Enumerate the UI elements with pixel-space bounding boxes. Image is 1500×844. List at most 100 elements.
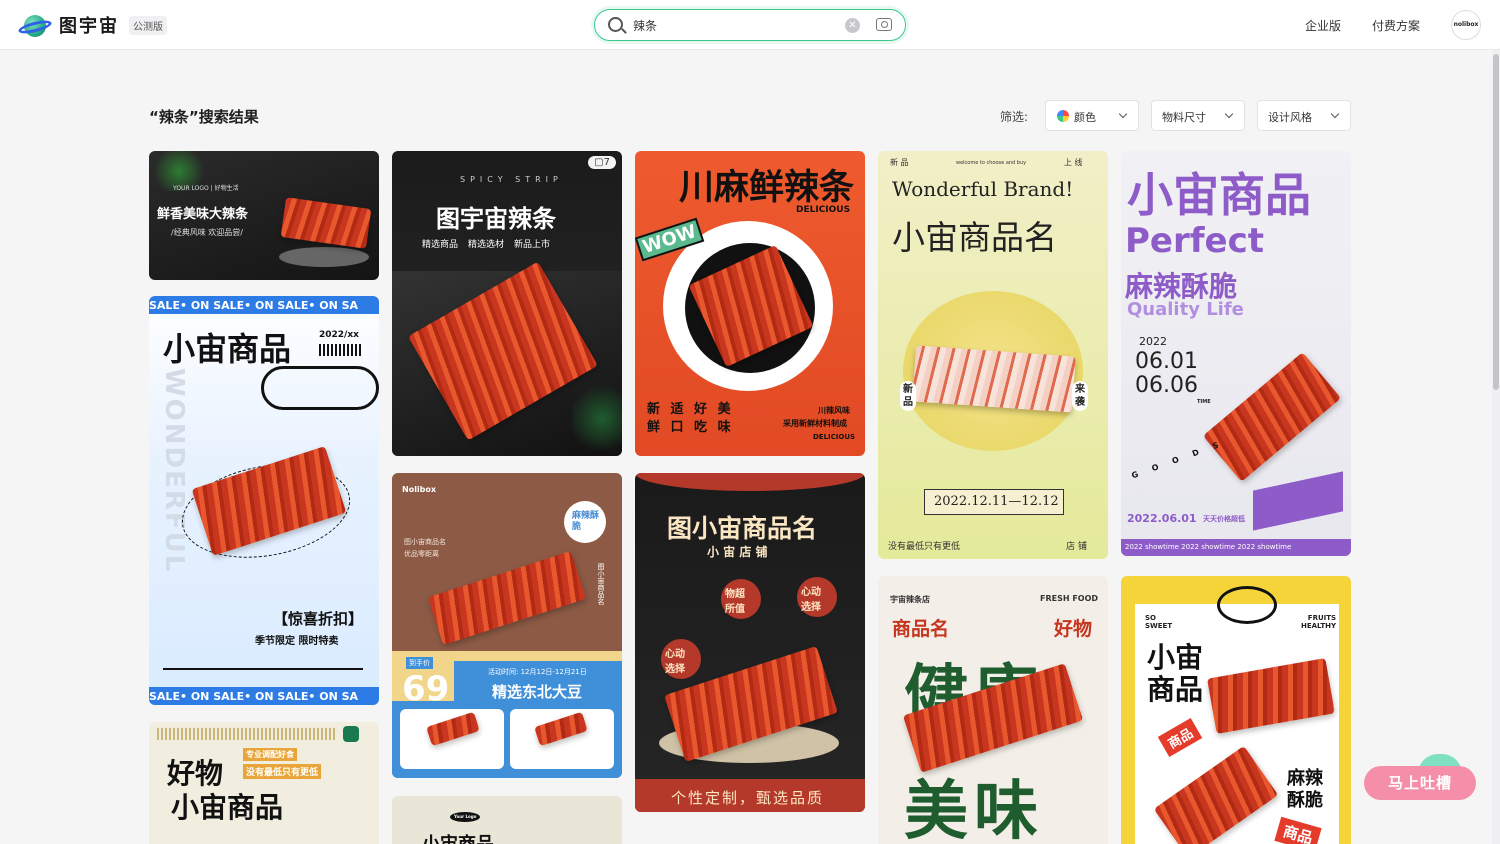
card-top-text: SPICY STRIP [460, 175, 563, 184]
nav-pricing[interactable]: 付费方案 [1372, 17, 1420, 34]
card-title: 小宙商品名 [892, 218, 1057, 257]
clear-icon[interactable]: ✕ [845, 18, 860, 33]
card-footer: 2022 showtime 2022 showtime 2022 showtim… [1125, 543, 1292, 551]
template-card[interactable]: Nolibox 图小宙商品名 优品零距离 麻辣酥脆 到手价 69 活动时间: 1… [392, 473, 622, 778]
card-goods: G O O D S [1130, 438, 1226, 481]
card-date: 2022.12.11—12.12 [934, 494, 1059, 509]
card-logo: YOUR LOGO | 好物生活 [173, 185, 239, 192]
feedback-button[interactable]: 马上吐槽 [1364, 766, 1476, 800]
page-count: 7 [603, 157, 610, 168]
card-so: SO SWEET [1145, 614, 1173, 630]
filter-size[interactable]: 物料尺寸 [1151, 100, 1245, 131]
card-title: 小宙商品 [1127, 168, 1311, 222]
card-title: 小宙商品 [422, 830, 494, 844]
template-card[interactable]: 新 品 welcome to choose and buy 上 线 Wonder… [878, 151, 1108, 559]
card-logo: Your Logo [454, 814, 477, 819]
card-footer-right: 店 铺 [1066, 542, 1087, 552]
logo[interactable]: 图宇宙 公测版 [17, 12, 167, 38]
template-card[interactable]: 宇宙辣条店 FRESH FOOD 商品名 好物 健康 美味 [878, 576, 1108, 844]
planet-logo-icon [17, 12, 53, 38]
filter-color[interactable]: 颜色 [1045, 100, 1139, 131]
search-box[interactable]: ✕ [594, 9, 906, 41]
card-vertical-text: WONDERFUL [159, 368, 189, 574]
card-title: 小宙 商品 [1147, 641, 1204, 706]
card-stamp: 麻辣酥脆 [572, 511, 600, 532]
card-subtitle: /经典风味 欢迎品尝/ [171, 228, 243, 237]
beta-badge: 公测版 [129, 15, 167, 35]
card-price-label: 到手价 [406, 657, 433, 669]
layers-icon: ▢7 [588, 156, 616, 169]
card-sub: DELICIOUS [796, 205, 851, 215]
card-title: 图宇宙辣条 [436, 205, 556, 233]
card-right-2: 采用新鲜材料制成 [783, 419, 847, 428]
card-en: Perfect [1125, 221, 1265, 261]
filter-color-label: 颜色 [1074, 111, 1096, 124]
nav-enterprise[interactable]: 企业版 [1305, 17, 1341, 34]
scrollbar-thumb[interactable] [1493, 54, 1499, 390]
card-right-tag: 来 袭 [1072, 381, 1088, 411]
template-card[interactable]: 小宙商品 Perfect 麻辣酥脆 Quality Life 2022 06.0… [1121, 151, 1351, 556]
card-sub: 图小宙商品名 [404, 538, 446, 546]
card-tag-bottom: SALE• ON SALE• ON SALE• ON SA [149, 690, 359, 703]
card-footer: 没有最低只有更低 [888, 542, 961, 552]
card-title: 川麻鲜辣条 [679, 168, 855, 208]
card-tag: 新品上市 [514, 240, 551, 250]
card-big-text: 美味 [904, 775, 1044, 844]
card-sub: 优品零距离 [404, 550, 439, 558]
search-input[interactable] [633, 15, 833, 35]
page-scrollbar[interactable] [1492, 50, 1500, 844]
template-card[interactable]: ▢7 SPICY STRIP 图宇宙辣条 精选商品 精选选材 新品上市 [392, 151, 622, 456]
card-bubble: 物超 所值 [725, 589, 745, 615]
card-bubble: 心动 选择 [801, 587, 821, 613]
card-tag: SALE• ON SALE• ON SALE• ON SA [149, 299, 359, 312]
card-top-left: 新 品 [890, 158, 909, 167]
card-date: 06.06 [1135, 373, 1198, 398]
card-activity: 活动时间: 12月12日-12月21日 [488, 668, 587, 676]
card-promo: 【惊喜折扣】 [273, 610, 364, 628]
card-tag: 精选选材 [468, 240, 505, 250]
card-date: 06.01 [1135, 349, 1198, 374]
template-card[interactable]: 图小宙商品名 小 宙 店 铺 物超 所值 心动 选择 心动 选择 个性定制，甄选… [635, 473, 865, 812]
template-card[interactable]: SO SWEET FRUITS HEALTHY 小宙 商品 商品 麻辣 酥脆 商… [1121, 576, 1351, 844]
card-side-text: 图小宙商品名 [597, 563, 605, 605]
card-grid-text: 新 适 好 美 鲜 口 吃 味 [647, 402, 734, 435]
top-header: 图宇宙 公测版 ✕ 企业版 付费方案 nolibox [0, 0, 1500, 50]
color-wheel-icon [1057, 110, 1069, 122]
card-right-1: 川辣风味 [818, 406, 850, 415]
card-bottom-note: 天天价格超低 [1203, 515, 1245, 523]
card-note: 专业调配好食 [243, 748, 297, 761]
card-tag: 精选商品 [422, 240, 459, 250]
filter-style[interactable]: 设计风格 [1257, 100, 1351, 131]
template-card[interactable]: SALE• ON SALE• ON SALE• ON SA 小宙商品 2022/… [149, 296, 379, 705]
chevron-down-icon [1224, 109, 1234, 119]
card-bottom: 2022.06.01 [1127, 512, 1197, 525]
card-title-en: Wonderful Brand! [892, 177, 1074, 201]
template-card[interactable]: 好物 专业调配好食 没有最低只有更低 小宙商品 [149, 722, 379, 844]
results-title: “辣条”搜索结果 [149, 108, 259, 126]
card-top-center: welcome to choose and buy [956, 160, 1027, 166]
chevron-down-icon [1330, 109, 1340, 119]
card-footer: 个性定制，甄选品质 [671, 789, 825, 807]
search-icon [608, 17, 623, 32]
template-card[interactable]: YOUR LOGO | 好物生活 鲜香美味大辣条 /经典风味 欢迎品尝/ [149, 151, 379, 280]
card-fresh: FRESH FOOD [1040, 594, 1099, 603]
card-tag: 麻辣 酥脆 [1287, 768, 1323, 811]
card-right-3: DELICIOUS [813, 433, 856, 441]
template-card[interactable]: Your Logo 小宙商品 [392, 796, 622, 844]
card-bubble: 心动 选择 [665, 649, 685, 675]
filter-label: 筛选: [1000, 110, 1029, 124]
card-time: TIME [1197, 399, 1211, 405]
card-name: 商品名 [892, 618, 950, 640]
card-fruits: FRUITS HEALTHY [1301, 614, 1337, 630]
card-year: 2022/xx [319, 330, 359, 340]
card-title: 小宙商品 [163, 330, 292, 368]
card-title: 图小宙商品名 [667, 514, 818, 543]
chevron-down-icon [1118, 109, 1128, 119]
card-note: 没有最低只有更低 [243, 764, 322, 779]
card-shop: 宇宙辣条店 [890, 595, 930, 604]
card-promo-sub: 季节限定 限时特卖 [255, 636, 339, 647]
camera-icon[interactable] [876, 18, 892, 31]
avatar[interactable]: nolibox [1451, 10, 1481, 40]
template-card[interactable]: 川麻鲜辣条 DELICIOUS WOW 新 适 好 美 鲜 口 吃 味 川辣风味… [635, 151, 865, 456]
card-title: 鲜香美味大辣条 [157, 207, 249, 222]
